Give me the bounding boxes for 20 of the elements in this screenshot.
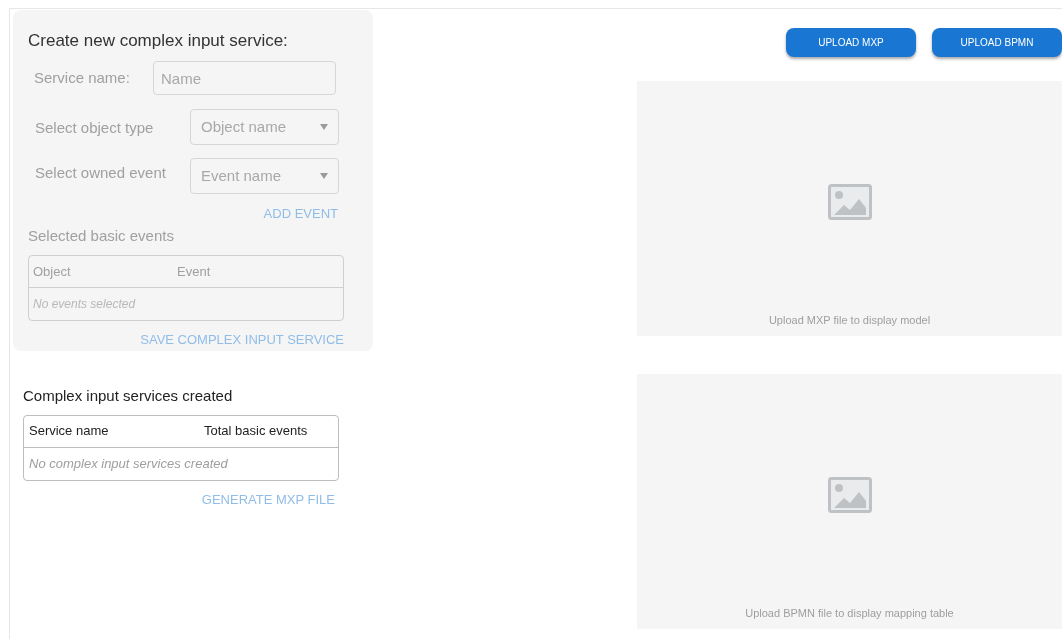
empty-message: No events selected [33, 296, 136, 313]
field-label: Select owned event [35, 163, 167, 183]
upload-button[interactable]: UPLOAD MXP [786, 28, 916, 57]
field-label: Service name: [34, 67, 131, 88]
field-label: Select object type [35, 117, 155, 138]
image-placeholder-icon [827, 477, 872, 514]
image-placeholder-icon [827, 184, 872, 221]
section-title: Selected basic events [28, 225, 175, 246]
caret-icon [320, 173, 328, 179]
column-header: Object [33, 262, 72, 281]
column-header: Total basic events [204, 422, 308, 441]
caret-icon [320, 124, 328, 130]
form-title: Create new complex input service: [28, 30, 289, 52]
upload-button[interactable]: UPLOAD BPMN [932, 28, 1062, 57]
empty-message: No complex input services created [29, 454, 228, 473]
column-header: Event [177, 262, 211, 281]
column-header: Service name [29, 422, 110, 441]
panel-caption: Upload BPMN file to display mapping table [745, 605, 954, 621]
section-title: Complex input services created [23, 386, 234, 406]
panel-caption: Upload MXP file to display model [768, 312, 931, 328]
